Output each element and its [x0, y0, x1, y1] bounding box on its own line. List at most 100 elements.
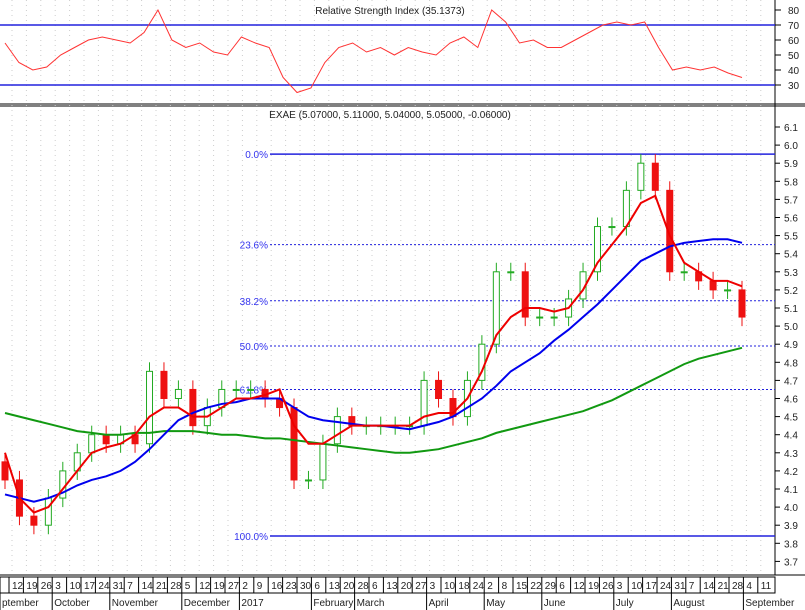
candle — [30, 515, 38, 526]
date-tick-label: 31 — [113, 581, 125, 592]
date-tick-label: 11 — [761, 581, 772, 592]
price-y-tick-label: 3.8 — [784, 539, 798, 550]
candle — [637, 162, 645, 191]
price-y-tick-label: 4.8 — [784, 358, 798, 369]
price-y-tick-label: 5.5 — [784, 232, 798, 243]
date-tick-label: 12 — [574, 581, 586, 592]
date-tick-label: 24 — [660, 581, 672, 592]
date-tick-label: 20 — [343, 581, 355, 592]
date-tick-label: 15 — [516, 581, 528, 592]
date-tick-label: 6 — [372, 581, 378, 592]
date-tick-label: 24 — [473, 581, 485, 592]
rsi-y-tick-label: 80 — [788, 6, 800, 17]
candle — [536, 316, 544, 319]
price-y-tick-label: 6.1 — [784, 123, 798, 134]
price-y-tick-label: 4.1 — [784, 485, 798, 496]
date-tick-label: 12 — [199, 581, 211, 592]
date-tick-label: 13 — [329, 581, 341, 592]
date-tick-label: 10 — [444, 581, 456, 592]
price-y-tick-label: 3.7 — [784, 557, 798, 568]
date-tick-label: 17 — [84, 581, 96, 592]
month-label: August — [673, 598, 704, 609]
date-tick-label: 17 — [646, 581, 658, 592]
date-tick-label: 10 — [631, 581, 643, 592]
price-y-tick-label: 4.9 — [784, 340, 798, 351]
date-tick-label: 22 — [530, 581, 542, 592]
candle — [232, 388, 240, 391]
date-tick-label: 5 — [185, 581, 191, 592]
date-tick-label: 9 — [257, 581, 263, 592]
candle — [102, 434, 110, 445]
chart-window: 30 40 50 60 70 80 Relative Strength Index (35.… — [0, 0, 805, 610]
month-label: April — [429, 598, 449, 609]
date-tick-label: 28 — [732, 581, 744, 592]
candle — [435, 379, 443, 399]
price-y-tick-label: 5.3 — [784, 268, 798, 279]
date-tick-label: 7 — [689, 581, 695, 592]
date-tick-label: 14 — [703, 581, 715, 592]
fib-label: 23.6% — [240, 241, 268, 252]
date-tick-label: 27 — [228, 581, 240, 592]
date-tick-label: 14 — [142, 581, 154, 592]
month-label: November — [112, 598, 159, 609]
price-y-tick-label: 4.3 — [784, 449, 798, 460]
date-tick-label: 21 — [718, 581, 730, 592]
date-tick-label: 29 — [545, 581, 557, 592]
price-y-tick-label: 4.2 — [784, 467, 798, 478]
date-tick-label: 19 — [26, 581, 38, 592]
rsi-y-tick-label: 30 — [788, 81, 800, 92]
price-y-tick-label: 5.0 — [784, 322, 798, 333]
date-tick-label: 26 — [41, 581, 53, 592]
candle — [1, 461, 9, 481]
candle — [550, 316, 558, 319]
candle — [680, 271, 688, 274]
candle — [160, 370, 168, 400]
candle — [724, 289, 732, 292]
candle — [608, 226, 616, 229]
month-label: ptember — [2, 598, 39, 609]
price-y-tick-label: 4.6 — [784, 395, 798, 406]
price-y-tick-label: 6.0 — [784, 141, 798, 152]
date-tick-label: 12 — [12, 581, 24, 592]
stock-chart: 30 40 50 60 70 80 Relative Strength Index (35.… — [0, 0, 805, 610]
price-y-tick-label: 4.5 — [784, 413, 798, 424]
date-tick-label: 28 — [358, 581, 370, 592]
month-label: July — [616, 598, 634, 609]
month-label: December — [184, 598, 231, 609]
date-tick-label: 19 — [214, 581, 226, 592]
date-tick-label: 16 — [271, 581, 283, 592]
price-y-tick-label: 5.2 — [784, 286, 798, 297]
date-tick-label: 2 — [242, 581, 248, 592]
price-y-tick-label: 5.7 — [784, 195, 798, 206]
candle — [651, 162, 659, 191]
date-tick-label: 20 — [401, 581, 413, 592]
candle — [709, 280, 717, 291]
date-tick-label: 2 — [487, 581, 493, 592]
date-tick-label: 30 — [300, 581, 312, 592]
candle — [174, 388, 182, 400]
price-y-tick-label: 5.9 — [784, 159, 798, 170]
date-tick-label: 19 — [588, 581, 600, 592]
date-tick-label: 7 — [127, 581, 133, 592]
candle — [738, 289, 746, 318]
date-tick-label: 4 — [746, 581, 752, 592]
date-tick-label: 10 — [70, 581, 82, 592]
candle — [622, 189, 630, 228]
price-y-tick-label: 4.0 — [784, 503, 798, 514]
month-label: February — [313, 598, 353, 609]
price-y-tick-label: 5.1 — [784, 304, 798, 315]
date-tick-label: 3 — [55, 581, 61, 592]
price-y-tick-label: 5.4 — [784, 250, 798, 261]
fib-label: 100.0% — [234, 532, 268, 543]
rsi-y-tick-label: 70 — [788, 21, 800, 32]
date-tick-label: 23 — [286, 581, 298, 592]
month-label: October — [54, 598, 90, 609]
date-tick-label: 26 — [602, 581, 614, 592]
candle — [189, 388, 197, 427]
date-tick-label: 6 — [314, 581, 320, 592]
fib-label: 0.0% — [245, 150, 268, 161]
candle — [304, 479, 312, 482]
date-tick-label: 24 — [98, 581, 110, 592]
price-y-tick-label: 5.6 — [784, 214, 798, 225]
date-tick-label: 18 — [458, 581, 470, 592]
